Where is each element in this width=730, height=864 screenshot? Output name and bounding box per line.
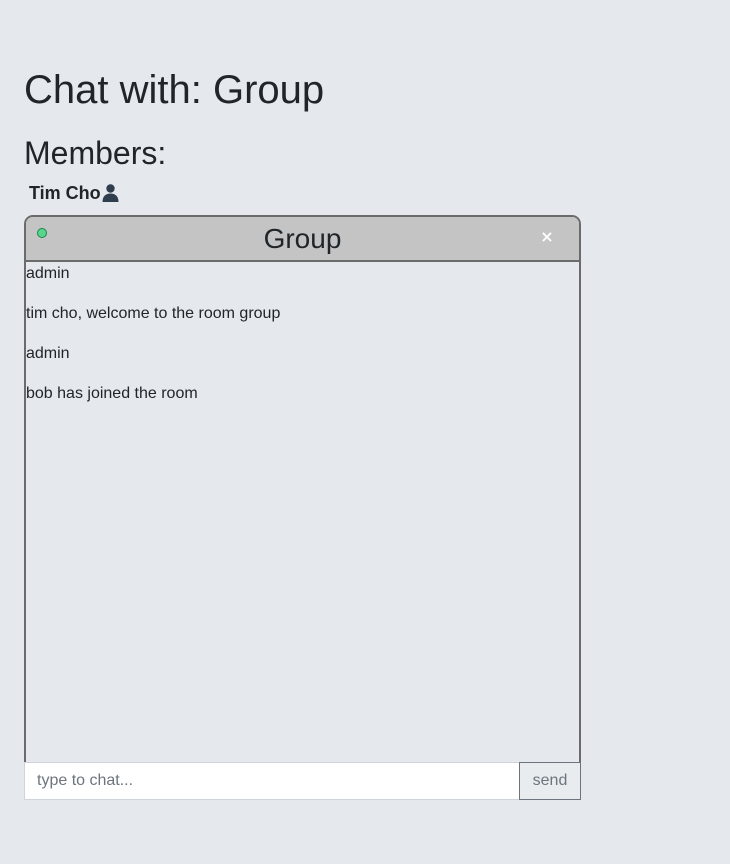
members-heading: Members: — [24, 135, 167, 171]
message-sender: admin — [26, 265, 70, 282]
member-list: Tim Cho — [29, 181, 119, 205]
user-icon — [102, 184, 119, 202]
message-text: bob has joined the room — [26, 385, 198, 402]
page-title: Chat with: Group — [24, 68, 325, 112]
chat-form: send — [24, 762, 581, 800]
message-list: admin tim cho, welcome to the room group… — [26, 262, 579, 763]
chat-header: Group × — [26, 217, 579, 262]
chat-input[interactable] — [24, 762, 519, 800]
chat-window: Group × admin tim cho, welcome to the ro… — [24, 215, 581, 763]
message-sender: admin — [26, 345, 70, 362]
close-button[interactable]: × — [537, 227, 557, 247]
member-name: Tim Cho — [29, 183, 101, 203]
chat-title: Group — [263, 223, 342, 254]
send-button[interactable]: send — [519, 762, 581, 800]
message-text: tim cho, welcome to the room group — [26, 305, 281, 322]
